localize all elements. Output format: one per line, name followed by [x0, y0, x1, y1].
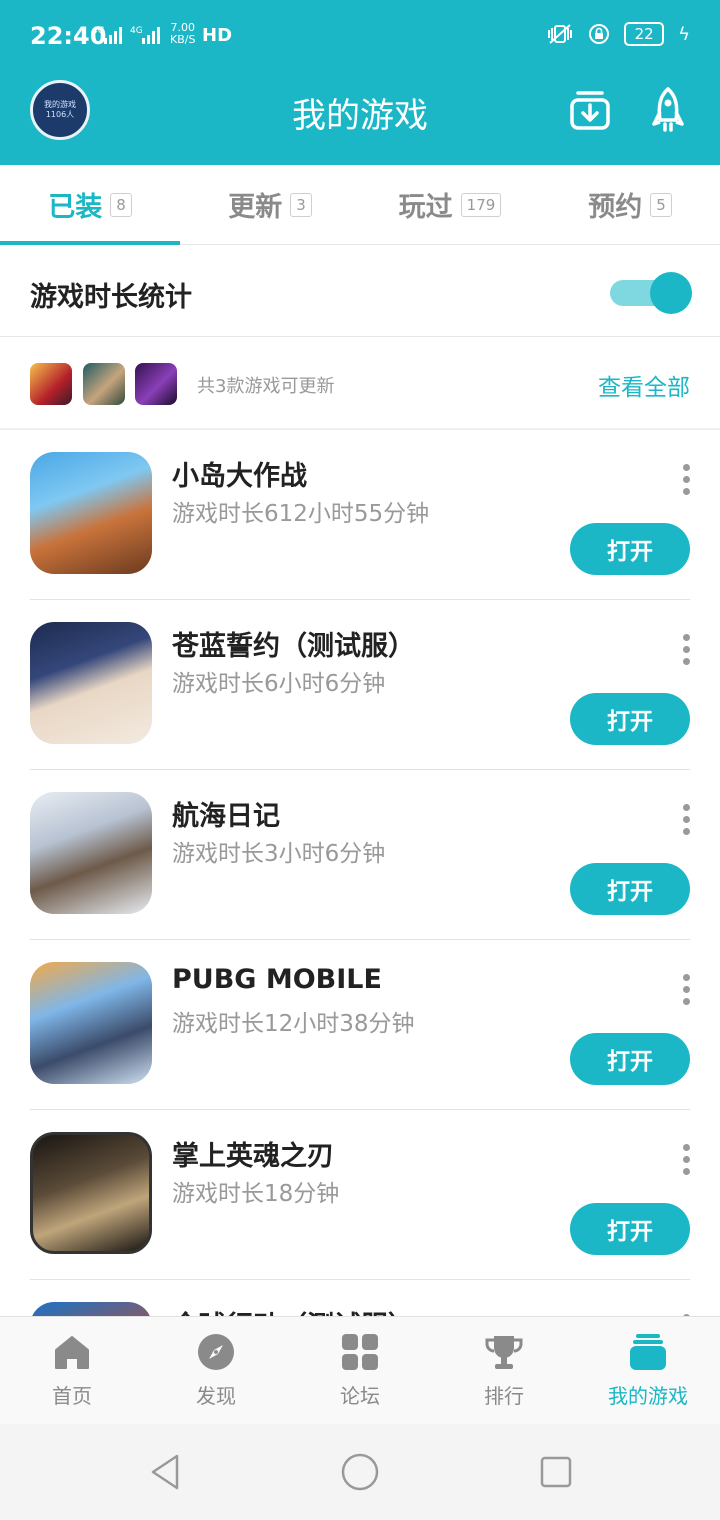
- game-name: 掌上英魂之刃: [172, 1141, 334, 1172]
- game-list-item[interactable]: 掌上英魂之刃 游戏时长18分钟 打开: [0, 1110, 720, 1280]
- nav-label: 首页: [52, 1384, 92, 1408]
- tab-reservations[interactable]: 预约 5: [540, 165, 720, 244]
- game-name: 苍蓝誓约（测试服）: [172, 631, 415, 662]
- tab-count-badge: 5: [650, 192, 672, 217]
- battery-level: 22: [634, 25, 654, 43]
- recents-square-icon: [540, 1456, 572, 1488]
- net-speed-unit: KB/S: [170, 33, 196, 46]
- tab-count-badge: 179: [460, 192, 502, 217]
- battery-icon: 22: [624, 22, 665, 46]
- status-right-icons: 22 ϟ: [546, 22, 690, 46]
- game-name: 全球行动（测试服）: [172, 1304, 415, 1316]
- update-game-thumb: [83, 363, 125, 405]
- tab-bar: 已装 8 更新 3 玩过 179 预约 5: [0, 165, 720, 245]
- game-name: 小岛大作战: [172, 461, 307, 492]
- network-indicator: 4G 4G: [92, 24, 166, 48]
- top-bar: 22:40 4G 4G 7.00 KB/S HD 22 ϟ 我的游戏 1106人…: [0, 0, 720, 165]
- tab-played[interactable]: 玩过 179: [360, 165, 540, 244]
- status-bar: 22:40 4G 4G 7.00 KB/S HD 22 ϟ: [0, 0, 720, 70]
- nav-item-my-games[interactable]: 我的游戏: [576, 1317, 720, 1424]
- tab-label: 预约: [588, 192, 643, 223]
- nav-item-home[interactable]: 首页: [0, 1317, 144, 1424]
- game-name: 航海日记: [172, 801, 280, 832]
- game-icon[interactable]: [30, 452, 152, 574]
- tab-label: 更新: [228, 192, 283, 223]
- more-options-icon[interactable]: [682, 974, 690, 1005]
- open-button[interactable]: 打开: [570, 693, 690, 745]
- nav-label: 我的游戏: [608, 1384, 688, 1408]
- game-playtime: 游戏时长612小时55分钟: [172, 501, 430, 527]
- game-icon[interactable]: [30, 792, 152, 914]
- game-list: 小岛大作战 游戏时长612小时55分钟 打开 苍蓝誓约（测试服） 游戏时长6小时…: [0, 430, 720, 1316]
- more-options-icon[interactable]: [682, 804, 690, 835]
- home-circle-icon: [341, 1453, 379, 1491]
- nav-label: 论坛: [340, 1384, 380, 1408]
- game-playtime: 游戏时长6小时6分钟: [172, 671, 386, 697]
- game-list-item[interactable]: PUBG MOBILE 游戏时长12小时38分钟 打开: [0, 940, 720, 1110]
- game-playtime: 游戏时长12小时38分钟: [172, 1011, 415, 1037]
- rocket-button[interactable]: [644, 84, 692, 136]
- svg-text:4G: 4G: [92, 26, 105, 36]
- tab-count-badge: 8: [110, 192, 132, 217]
- nav-item-ranking[interactable]: 排行: [432, 1317, 576, 1424]
- view-all-link[interactable]: 查看全部: [598, 368, 690, 402]
- tab-label: 玩过: [398, 192, 453, 223]
- signal-icon: 4G 4G: [92, 26, 160, 44]
- game-icon[interactable]: [30, 1302, 152, 1316]
- rocket-icon: [652, 87, 684, 132]
- charging-icon: ϟ: [678, 23, 690, 45]
- more-options-icon[interactable]: [682, 464, 690, 495]
- net-speed: 7.00 KB/S: [170, 22, 195, 46]
- playtime-stats-label: 游戏时长统计: [30, 282, 192, 313]
- update-game-thumb: [135, 363, 177, 405]
- compass-icon: [198, 1334, 234, 1370]
- system-recents-button[interactable]: [536, 1452, 576, 1492]
- trophy-icon: [485, 1336, 523, 1369]
- nav-label: 发现: [196, 1384, 236, 1408]
- tab-updates[interactable]: 更新 3: [180, 165, 360, 244]
- game-playtime: 游戏时长18分钟: [172, 1181, 340, 1207]
- lock-rotation-icon: [589, 24, 610, 44]
- download-button[interactable]: [566, 84, 614, 136]
- nav-label: 排行: [484, 1384, 524, 1408]
- game-stack-icon: [630, 1334, 666, 1370]
- game-list-item[interactable]: 苍蓝誓约（测试服） 游戏时长6小时6分钟 打开: [0, 600, 720, 770]
- game-icon[interactable]: [30, 962, 152, 1084]
- update-game-thumb: [30, 363, 72, 405]
- download-icon: [570, 91, 610, 130]
- game-playtime: 游戏时长3小时6分钟: [172, 841, 386, 867]
- bottom-nav: 首页 发现 论坛 排行 我的游戏: [0, 1316, 720, 1424]
- vibrate-icon: [548, 24, 573, 44]
- game-icon[interactable]: [30, 1132, 152, 1254]
- open-button[interactable]: 打开: [570, 863, 690, 915]
- home-icon: [55, 1336, 89, 1369]
- game-icon[interactable]: [30, 622, 152, 744]
- update-strip[interactable]: 共3款游戏可更新 查看全部: [0, 338, 720, 430]
- tab-label: 已装: [48, 192, 103, 223]
- system-back-button[interactable]: [145, 1452, 185, 1492]
- svg-text:4G: 4G: [130, 26, 143, 36]
- game-list-item[interactable]: 小岛大作战 游戏时长612小时55分钟 打开: [0, 430, 720, 600]
- open-button[interactable]: 打开: [570, 523, 690, 575]
- game-list-item[interactable]: 航海日记 游戏时长3小时6分钟 打开: [0, 770, 720, 940]
- tab-installed[interactable]: 已装 8: [0, 165, 180, 245]
- tab-count-badge: 3: [290, 192, 312, 217]
- toggle-knob: [650, 272, 692, 314]
- more-options-icon[interactable]: [682, 634, 690, 665]
- update-count-text: 共3款游戏可更新: [197, 376, 335, 397]
- open-button[interactable]: 打开: [570, 1203, 690, 1255]
- hd-indicator: HD: [202, 25, 233, 46]
- game-name: PUBG MOBILE: [172, 964, 382, 995]
- more-options-icon[interactable]: [682, 1144, 690, 1175]
- open-button[interactable]: 打开: [570, 1033, 690, 1085]
- nav-item-discover[interactable]: 发现: [144, 1317, 288, 1424]
- game-list-item[interactable]: 全球行动（测试服）: [0, 1280, 720, 1316]
- grid-icon: [342, 1334, 378, 1370]
- system-nav-bar: [0, 1424, 720, 1520]
- playtime-stats-toggle[interactable]: [608, 272, 692, 314]
- nav-item-forum[interactable]: 论坛: [288, 1317, 432, 1424]
- system-home-button[interactable]: [340, 1452, 380, 1492]
- back-triangle-icon: [151, 1454, 179, 1490]
